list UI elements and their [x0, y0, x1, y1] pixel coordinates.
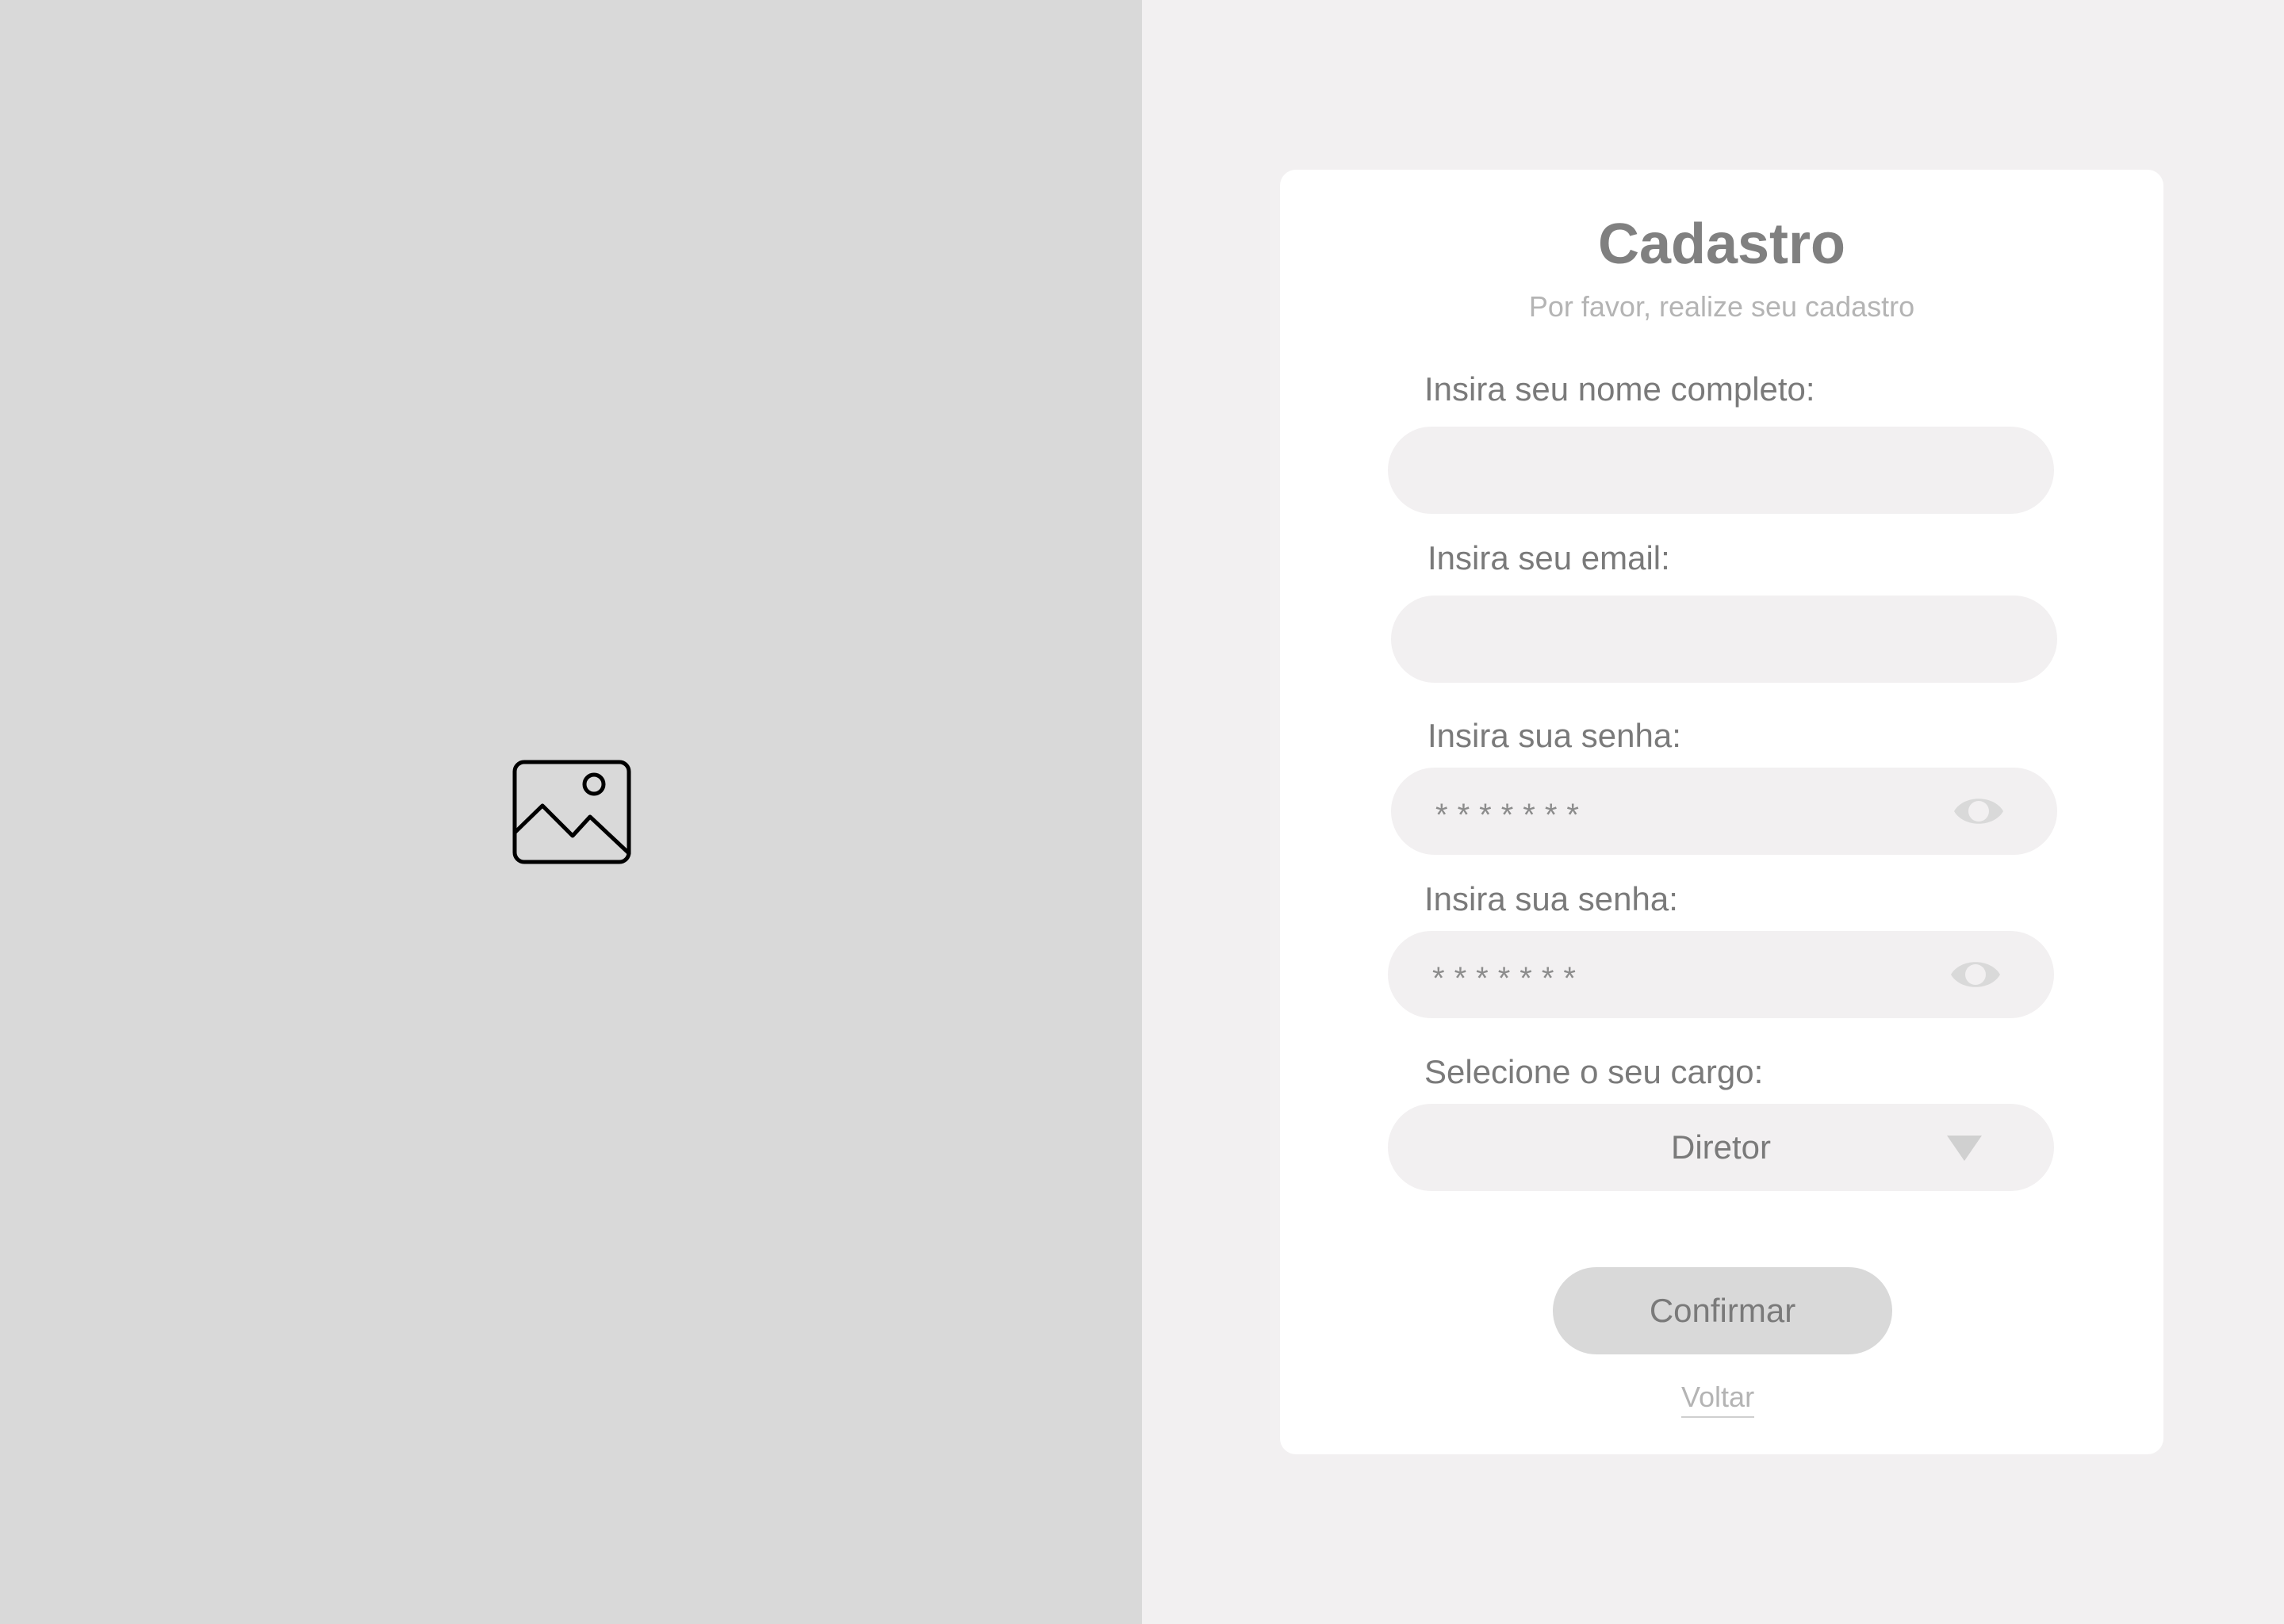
role-select[interactable]: Diretor [1388, 1104, 2054, 1191]
page-title: Cadastro [1597, 213, 1846, 276]
full-name-label: Insira seu nome completo: [1424, 370, 1815, 408]
chevron-down-icon[interactable] [1947, 1136, 1982, 1161]
confirm-button[interactable]: Confirmar [1553, 1267, 1892, 1354]
password-field: ******* [1391, 768, 2057, 855]
email-input[interactable] [1391, 596, 2057, 683]
role-label: Selecione o seu cargo: [1424, 1053, 1764, 1090]
signup-card: Cadastro Por favor, realize seu cadastro… [1280, 170, 2163, 1454]
confirm-password-label: Insira sua senha: [1424, 880, 1678, 917]
image-icon [512, 760, 631, 864]
password-label: Insira sua senha: [1428, 717, 1681, 754]
eye-icon[interactable] [1949, 955, 2002, 994]
back-link[interactable]: Voltar [1681, 1383, 1755, 1418]
page-subtitle: Por favor, realize seu cadastro [1528, 290, 1915, 323]
full-name-input[interactable] [1388, 427, 2054, 514]
eye-icon[interactable] [1953, 791, 2005, 831]
left-image-panel [0, 0, 1142, 1624]
email-label: Insira seu email: [1428, 539, 1670, 576]
confirm-password-field: ******* [1388, 931, 2054, 1018]
